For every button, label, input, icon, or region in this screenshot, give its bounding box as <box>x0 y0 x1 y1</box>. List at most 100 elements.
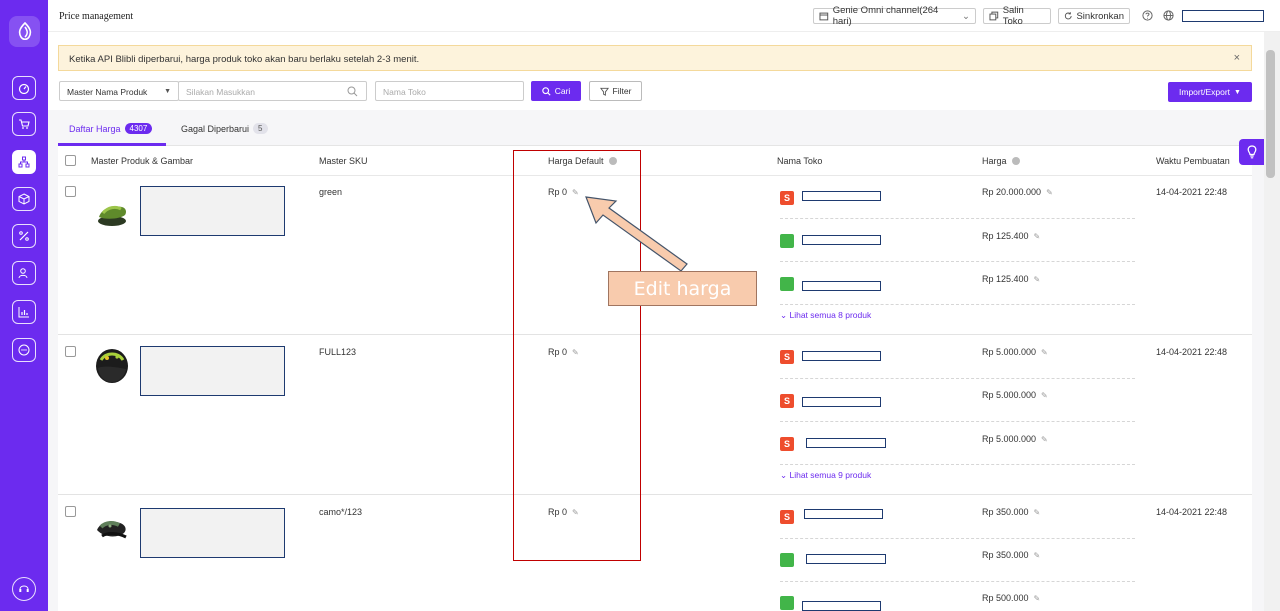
filter-button-label: Filter <box>612 86 632 96</box>
see-all-products-link[interactable]: ⌄ Lihat semua 9 produk <box>780 470 871 481</box>
tab-price-list[interactable]: Daftar Harga 4307 <box>69 123 153 134</box>
tips-lightbulb-icon[interactable] <box>1239 139 1264 165</box>
calendar-icon <box>819 12 829 21</box>
sidebar <box>0 0 48 611</box>
store-divider <box>780 464 1135 465</box>
row-divider <box>58 494 1252 495</box>
globe-icon[interactable] <box>1163 10 1174 21</box>
tab-failed-updates-label: Gagal Diperbarui <box>181 123 250 134</box>
filter-button[interactable]: Filter <box>589 81 642 101</box>
import-export-label: Import/Export <box>1179 87 1231 97</box>
select-all-checkbox[interactable] <box>65 155 76 166</box>
caret-down-icon: ▼ <box>1234 88 1241 96</box>
support-headset-icon[interactable] <box>12 577 36 601</box>
percent-icon[interactable] <box>12 224 36 248</box>
page-title: Price management <box>59 11 134 22</box>
dashboard-icon[interactable] <box>12 76 36 100</box>
store-name-redacted <box>806 438 886 448</box>
store-name-redacted <box>802 351 881 361</box>
price-value: Rp 350.000 <box>982 507 1029 517</box>
chat-icon[interactable] <box>12 338 36 362</box>
store-name-redacted <box>802 397 881 407</box>
edit-pencil-icon[interactable]: ✎ <box>1041 348 1048 357</box>
row-checkbox[interactable] <box>65 346 76 357</box>
shopee-icon: S <box>780 191 794 205</box>
search-field-select-label: Master Nama Produk <box>67 87 148 97</box>
edit-pencil-icon[interactable]: ✎ <box>1041 435 1048 444</box>
price-cell: Rp 350.000 ✎ <box>982 550 1040 560</box>
search-icon <box>347 86 358 97</box>
edit-pencil-icon[interactable]: ✎ <box>1034 551 1041 560</box>
box-icon[interactable] <box>12 187 36 211</box>
store-divider <box>780 218 1135 219</box>
annotation-arrow-icon <box>585 196 688 272</box>
channel-select[interactable]: Genie Omni channel(264 hari) ⌄ <box>813 5 976 27</box>
filter-bar: Master Nama Produk ▼ Silakan Masukkan Na… <box>58 81 1258 102</box>
search-input[interactable]: Silakan Masukkan <box>178 81 367 101</box>
copy-store-label: Salin Toko <box>1002 5 1024 27</box>
import-export-button[interactable]: Import/Export ▼ <box>1168 82 1252 102</box>
channel-select-label: Genie Omni channel(264 hari) <box>832 5 939 27</box>
copy-icon <box>989 11 999 21</box>
caret-down-icon: ▼ <box>164 88 171 95</box>
close-icon[interactable]: × <box>1234 52 1240 64</box>
product-image <box>98 205 126 226</box>
info-icon[interactable] <box>1011 157 1020 165</box>
copy-store-button[interactable]: Salin Toko <box>983 5 1051 27</box>
search-button-icon <box>541 86 551 96</box>
alert-message: Ketika API Blibli diperbarui, harga prod… <box>69 54 420 65</box>
tokopedia-icon <box>780 596 794 610</box>
tokopedia-icon <box>780 553 794 567</box>
price-cell: Rp 5.000.000 ✎ <box>982 390 1048 400</box>
column-header-price-label: Harga <box>982 156 1007 166</box>
store-name-input[interactable]: Nama Toko <box>375 81 524 101</box>
price-value: Rp 350.000 <box>982 550 1029 560</box>
tokopedia-icon <box>780 277 794 291</box>
price-value: Rp 5.000.000 <box>982 347 1037 357</box>
tab-failed-updates-count: 5 <box>253 123 268 134</box>
product-name-redacted <box>140 508 285 558</box>
edit-pencil-icon[interactable]: ✎ <box>1034 508 1041 517</box>
created-time: 14-04-2021 22:48 <box>1156 347 1228 357</box>
see-all-products-label: Lihat semua 9 produk <box>789 470 872 480</box>
search-button[interactable]: Cari <box>531 81 581 101</box>
sync-button[interactable]: Sinkronkan <box>1058 8 1130 24</box>
tab-failed-updates[interactable]: Gagal Diperbarui 5 <box>181 123 268 134</box>
chart-icon[interactable] <box>12 300 36 324</box>
row-checkbox[interactable] <box>65 506 76 517</box>
price-value: Rp 125.400 <box>982 274 1029 284</box>
user-account-redacted[interactable] <box>1182 10 1264 22</box>
edit-pencil-icon[interactable]: ✎ <box>1034 275 1041 284</box>
product-hierarchy-icon[interactable] <box>12 150 36 174</box>
shopee-icon: S <box>780 350 794 364</box>
search-field-select[interactable]: Master Nama Produk ▼ <box>59 81 179 101</box>
scrollbar-thumb[interactable] <box>1266 50 1275 178</box>
help-icon[interactable] <box>1142 10 1153 21</box>
edit-pencil-icon[interactable]: ✎ <box>1046 188 1053 197</box>
product-image <box>96 349 128 383</box>
store-divider <box>780 421 1135 422</box>
price-value: Rp 5.000.000 <box>982 390 1037 400</box>
see-all-products-link[interactable]: ⌄ Lihat semua 8 produk <box>780 310 871 321</box>
row-checkbox[interactable] <box>65 186 76 197</box>
price-cell: Rp 350.000 ✎ <box>982 507 1040 517</box>
sku-value: camo*/123 <box>319 507 363 517</box>
store-name-redacted <box>802 601 881 611</box>
store-name-redacted <box>802 235 881 245</box>
see-all-products-label: Lihat semua 8 produk <box>789 310 872 320</box>
product-name-redacted <box>140 346 285 396</box>
customers-icon[interactable] <box>12 261 36 285</box>
price-value: Rp 20.000.000 <box>982 187 1042 197</box>
cart-icon[interactable] <box>12 112 36 136</box>
store-name-redacted <box>804 509 883 519</box>
price-value: Rp 500.000 <box>982 593 1029 603</box>
store-placeholder: Nama Toko <box>383 87 426 97</box>
sku-value: FULL123 <box>319 347 357 357</box>
top-bar: Price management Genie Omni channel(264 … <box>48 0 1280 32</box>
app-logo-icon[interactable] <box>9 16 40 47</box>
column-header-sku: Master SKU <box>319 156 368 166</box>
filter-icon <box>599 87 609 96</box>
edit-pencil-icon[interactable]: ✎ <box>1034 594 1041 603</box>
edit-pencil-icon[interactable]: ✎ <box>1041 391 1048 400</box>
edit-pencil-icon[interactable]: ✎ <box>1034 232 1041 241</box>
